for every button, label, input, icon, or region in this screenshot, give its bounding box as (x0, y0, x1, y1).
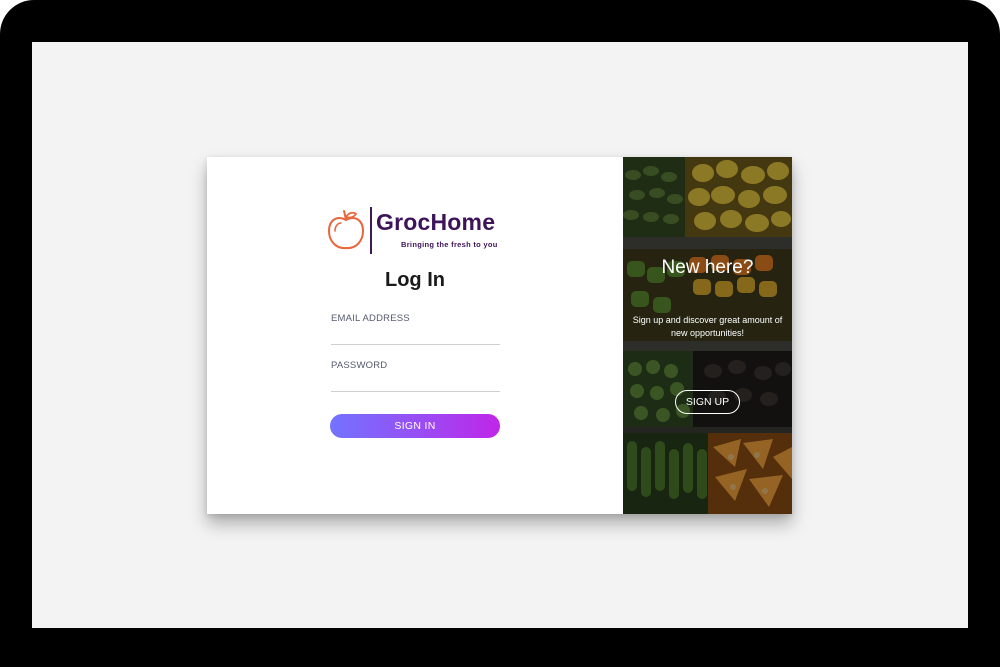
brand-logo: GrocHome Bringing the fresh to you (327, 207, 507, 255)
screen: GrocHome Bringing the fresh to you Log I… (32, 42, 968, 628)
logo-divider (370, 207, 372, 254)
login-panel: GrocHome Bringing the fresh to you Log I… (207, 157, 623, 514)
promo-heading: New here? (661, 257, 754, 278)
email-label: EMAIL ADDRESS (331, 313, 410, 324)
apple-icon (327, 210, 365, 250)
sign-up-button[interactable]: SIGN UP (675, 390, 740, 414)
brand-tagline: Bringing the fresh to you (401, 240, 498, 249)
password-field-group: PASSWORD (331, 360, 500, 392)
password-input[interactable] (331, 374, 500, 392)
promo-text: Sign up and discover great amount of new… (632, 315, 783, 338)
sign-in-button[interactable]: SIGN IN (330, 414, 500, 438)
password-label: PASSWORD (331, 360, 388, 371)
login-card: GrocHome Bringing the fresh to you Log I… (207, 157, 792, 514)
signup-panel: New here? Sign up and discover great amo… (623, 157, 792, 514)
brand-name: GrocHome (376, 209, 496, 235)
email-input[interactable] (331, 327, 500, 345)
email-field-group: EMAIL ADDRESS (331, 313, 500, 345)
page-title: Log In (385, 269, 445, 291)
device-frame: GrocHome Bringing the fresh to you Log I… (0, 0, 1000, 667)
